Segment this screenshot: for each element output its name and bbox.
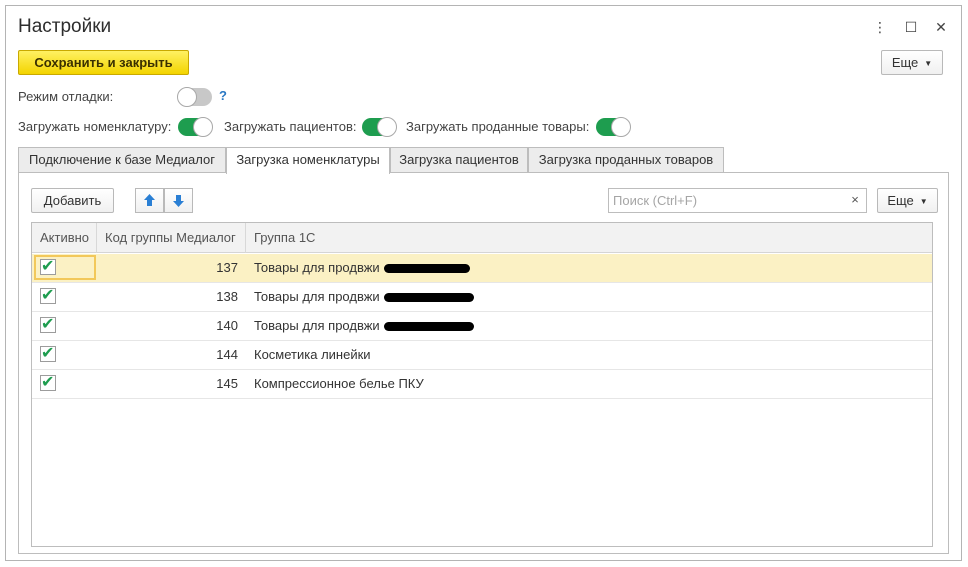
window-title: Настройки xyxy=(18,16,112,37)
clear-search-icon[interactable]: × xyxy=(843,188,867,213)
more-menu-icon[interactable]: ⋮ xyxy=(871,18,889,36)
chevron-down-icon: ▼ xyxy=(919,197,928,207)
group-1c-cell: Косметика линейки xyxy=(254,347,371,362)
redaction-mark xyxy=(384,293,474,302)
redaction-mark xyxy=(384,264,470,273)
maximize-icon[interactable]: ☐ xyxy=(902,18,920,36)
move-up-button[interactable] xyxy=(135,188,164,213)
more-button[interactable]: Еще ▼ xyxy=(881,50,943,75)
medialog-code-cell: 145 xyxy=(216,376,238,391)
table-row[interactable]: ✔ 144 Косметика линейки xyxy=(32,341,932,370)
close-icon[interactable]: ✕ xyxy=(932,18,950,36)
redaction-mark xyxy=(384,322,474,331)
active-checkbox[interactable]: ✔ xyxy=(40,287,56,304)
nomenclature-panel: Добавить Поиск (Ctrl+F) × Еще ▼ Активно К… xyxy=(18,172,949,554)
active-checkbox[interactable]: ✔ xyxy=(40,345,56,362)
arrow-down-icon xyxy=(173,195,184,207)
panel-more-label: Еще xyxy=(887,193,914,208)
checkmark-icon: ✔ xyxy=(41,374,55,391)
checkmark-icon: ✔ xyxy=(41,345,55,362)
table-header: Активно Код группы Медиалог Группа 1С xyxy=(32,223,932,253)
tab-medialog-connection[interactable]: Подключение к базе Медиалог xyxy=(18,147,226,173)
debug-mode-label: Режим отладки: xyxy=(18,89,114,104)
move-down-button[interactable] xyxy=(164,188,193,213)
tab-nomenclature-load[interactable]: Загрузка номенклатуры xyxy=(226,147,390,174)
load-nomenclature-toggle[interactable] xyxy=(178,117,213,137)
active-checkbox[interactable]: ✔ xyxy=(40,258,56,275)
table-row[interactable]: ✔ 138 Товары для продвжи xyxy=(32,283,932,312)
column-header-active[interactable]: Активно xyxy=(32,223,97,253)
table-row[interactable]: ✔ 145 Компрессионное белье ПКУ xyxy=(32,370,932,399)
toggle-knob xyxy=(193,117,213,137)
load-patients-label: Загружать пациентов: xyxy=(224,119,357,134)
table-row[interactable]: ✔ 140 Товары для продвжи xyxy=(32,312,932,341)
medialog-code-cell: 138 xyxy=(216,289,238,304)
table-row[interactable]: ✔ 137 Товары для продвжи xyxy=(32,254,932,283)
toggle-knob xyxy=(611,117,631,137)
active-checkbox[interactable]: ✔ xyxy=(40,316,56,333)
save-and-close-button[interactable]: Сохранить и закрыть xyxy=(18,50,189,75)
debug-mode-toggle[interactable] xyxy=(177,87,212,107)
help-icon[interactable]: ? xyxy=(219,88,227,103)
group-1c-cell: Компрессионное белье ПКУ xyxy=(254,376,424,391)
load-patients-toggle[interactable] xyxy=(362,117,397,137)
load-sold-goods-label: Загружать проданные товары: xyxy=(406,119,590,134)
chevron-down-icon: ▼ xyxy=(924,59,933,69)
active-checkbox[interactable]: ✔ xyxy=(40,374,56,391)
toggle-knob xyxy=(177,87,197,107)
load-sold-goods-toggle[interactable] xyxy=(596,117,631,137)
settings-window: Настройки ⋮ ☐ ✕ Сохранить и закрыть Еще ▼… xyxy=(5,5,962,561)
tab-patients-load[interactable]: Загрузка пациентов xyxy=(390,147,528,173)
search-input[interactable]: Поиск (Ctrl+F) xyxy=(608,188,867,213)
tab-sold-goods-load[interactable]: Загрузка проданных товаров xyxy=(528,147,724,173)
load-nomenclature-label: Загружать номенклатуру: xyxy=(18,119,172,134)
group-1c-cell: Товары для продвжи xyxy=(254,318,380,333)
arrow-up-icon xyxy=(144,194,155,206)
add-button[interactable]: Добавить xyxy=(31,188,114,213)
more-button-label: Еще xyxy=(891,55,919,70)
medialog-code-cell: 144 xyxy=(216,347,238,362)
checkmark-icon: ✔ xyxy=(41,287,55,304)
panel-more-button[interactable]: Еще ▼ xyxy=(877,188,938,213)
checkmark-icon: ✔ xyxy=(41,258,55,275)
group-1c-cell: Товары для продвжи xyxy=(254,289,380,304)
checkmark-icon: ✔ xyxy=(41,316,55,333)
column-header-1c-group[interactable]: Группа 1С xyxy=(246,223,932,253)
nomenclature-table: Активно Код группы Медиалог Группа 1С ✔ … xyxy=(31,222,933,547)
column-header-medialog-code[interactable]: Код группы Медиалог xyxy=(97,223,246,253)
toggle-knob xyxy=(377,117,397,137)
group-1c-cell: Товары для продвжи xyxy=(254,260,380,275)
medialog-code-cell: 137 xyxy=(216,260,238,275)
medialog-code-cell: 140 xyxy=(216,318,238,333)
